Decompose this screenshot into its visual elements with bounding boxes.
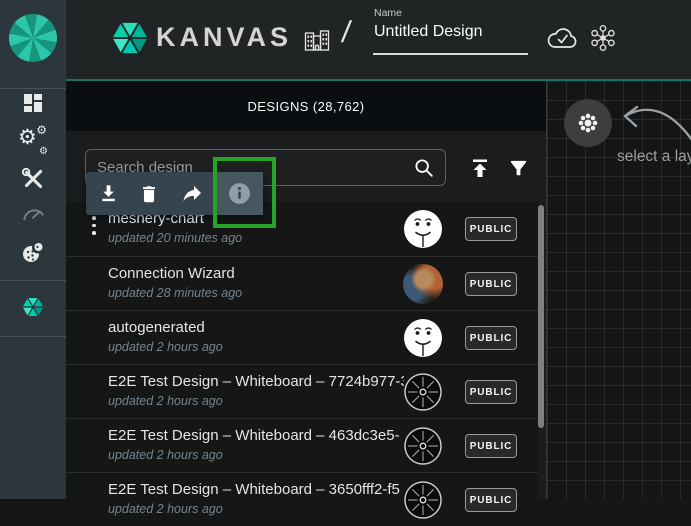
download-design-button[interactable] bbox=[88, 172, 128, 215]
visibility-badge[interactable]: PUBLIC bbox=[465, 380, 517, 404]
design-updated: updated 2 hours ago bbox=[108, 394, 223, 408]
trash-icon bbox=[138, 183, 160, 205]
cloud-sync-done-icon[interactable] bbox=[546, 25, 580, 50]
delete-design-button[interactable] bbox=[129, 172, 169, 215]
kanvas-hexagon-icon bbox=[21, 295, 45, 319]
wheel-sketch-avatar bbox=[403, 372, 443, 412]
share-design-button[interactable] bbox=[172, 172, 212, 215]
designs-count-title: DESIGNS (28,762) bbox=[248, 99, 365, 114]
input-underline bbox=[373, 53, 528, 55]
sidebar-item-dashboard[interactable] bbox=[0, 86, 66, 120]
design-title: E2E Test Design – Whiteboard – 463dc3e5- bbox=[108, 427, 404, 446]
organization-building-icon[interactable] bbox=[302, 24, 332, 54]
gears-icon: ⚙⚙⚙ bbox=[18, 126, 48, 156]
filter-icon bbox=[507, 157, 530, 180]
design-updated: updated 28 minutes ago bbox=[108, 286, 242, 300]
design-name-label: Name bbox=[374, 7, 402, 19]
brand-wordmark: KANVAS bbox=[156, 22, 292, 53]
kanvas-logo-icon bbox=[110, 18, 150, 58]
sidebar-item-performance[interactable] bbox=[0, 198, 66, 232]
toolbox-icon bbox=[20, 166, 46, 192]
gauge-icon bbox=[20, 202, 46, 228]
design-row[interactable]: E2E Test Design – Whiteboard – 3650fff2-… bbox=[66, 472, 538, 526]
design-updated: updated 2 hours ago bbox=[108, 340, 223, 354]
doodle-face-avatar bbox=[403, 318, 443, 358]
sidebar-item-extensions[interactable] bbox=[0, 235, 66, 269]
visibility-badge[interactable]: PUBLIC bbox=[465, 272, 517, 296]
extensions-icon bbox=[20, 239, 46, 265]
design-updated: updated 20 minutes ago bbox=[108, 231, 242, 245]
share-icon bbox=[180, 182, 204, 206]
breadcrumb-separator: / bbox=[340, 16, 353, 50]
designs-panel-header: DESIGNS (28,762) bbox=[66, 81, 546, 131]
sidebar-item-configuration[interactable] bbox=[0, 162, 66, 196]
owner-avatar[interactable] bbox=[403, 372, 443, 412]
canvas-hint-text: select a lay bbox=[617, 148, 691, 166]
wheel-sketch-avatar bbox=[403, 426, 443, 466]
design-title: Connection Wizard bbox=[108, 265, 404, 284]
filter-button[interactable] bbox=[503, 153, 533, 183]
row-menu-icon[interactable] bbox=[92, 216, 96, 235]
visibility-badge[interactable]: PUBLIC bbox=[465, 326, 517, 350]
owner-avatar[interactable] bbox=[403, 318, 443, 358]
design-row[interactable]: Connection Wizard updated 28 minutes ago… bbox=[66, 256, 538, 310]
search-icon[interactable] bbox=[413, 157, 435, 179]
owner-avatar[interactable] bbox=[403, 426, 443, 466]
dashboard-icon bbox=[21, 91, 45, 115]
hint-arrow bbox=[547, 81, 691, 499]
left-sidebar: ⚙⚙⚙ bbox=[0, 0, 66, 499]
design-row[interactable]: E2E Test Design – Whiteboard – 7724b977-… bbox=[66, 364, 538, 418]
owner-avatar[interactable] bbox=[403, 480, 443, 520]
panel-scrollbar[interactable] bbox=[538, 205, 544, 428]
upload-icon bbox=[468, 156, 492, 180]
design-title: E2E Test Design – Whiteboard – 3650fff2-… bbox=[108, 481, 404, 500]
design-row[interactable]: E2E Test Design – Whiteboard – 463dc3e5-… bbox=[66, 418, 538, 472]
design-title: E2E Test Design – Whiteboard – 7724b977-… bbox=[108, 373, 404, 392]
layer5-sphere-logo[interactable] bbox=[9, 14, 57, 62]
divider bbox=[0, 336, 66, 337]
upload-design-button[interactable] bbox=[465, 153, 495, 183]
owner-avatar[interactable] bbox=[403, 209, 443, 249]
design-canvas[interactable]: select a lay bbox=[546, 81, 691, 499]
designs-panel: DESIGNS (28,762) bbox=[66, 81, 546, 499]
owner-avatar[interactable] bbox=[403, 264, 443, 304]
wheel-sketch-avatar bbox=[403, 480, 443, 520]
divider bbox=[0, 280, 66, 281]
design-title: autogenerated bbox=[108, 319, 404, 338]
visibility-badge[interactable]: PUBLIC bbox=[465, 434, 517, 458]
design-name-input[interactable]: Untitled Design bbox=[374, 23, 483, 41]
design-updated: updated 2 hours ago bbox=[108, 502, 223, 516]
sidebar-item-kanvas[interactable] bbox=[0, 290, 66, 324]
download-icon bbox=[97, 182, 120, 205]
visibility-badge[interactable]: PUBLIC bbox=[465, 488, 517, 512]
design-row[interactable]: autogenerated updated 2 hours ago PUBLIC bbox=[66, 310, 538, 364]
environment-cluster-icon[interactable] bbox=[588, 24, 618, 52]
design-updated: updated 2 hours ago bbox=[108, 448, 223, 462]
sidebar-item-lifecycle[interactable]: ⚙⚙⚙ bbox=[0, 124, 66, 158]
doodle-face-avatar bbox=[403, 209, 443, 249]
visibility-badge[interactable]: PUBLIC bbox=[465, 217, 517, 241]
top-header: KANVAS / Name Untitled Design bbox=[66, 0, 691, 79]
automation-highlight-box bbox=[213, 157, 276, 228]
